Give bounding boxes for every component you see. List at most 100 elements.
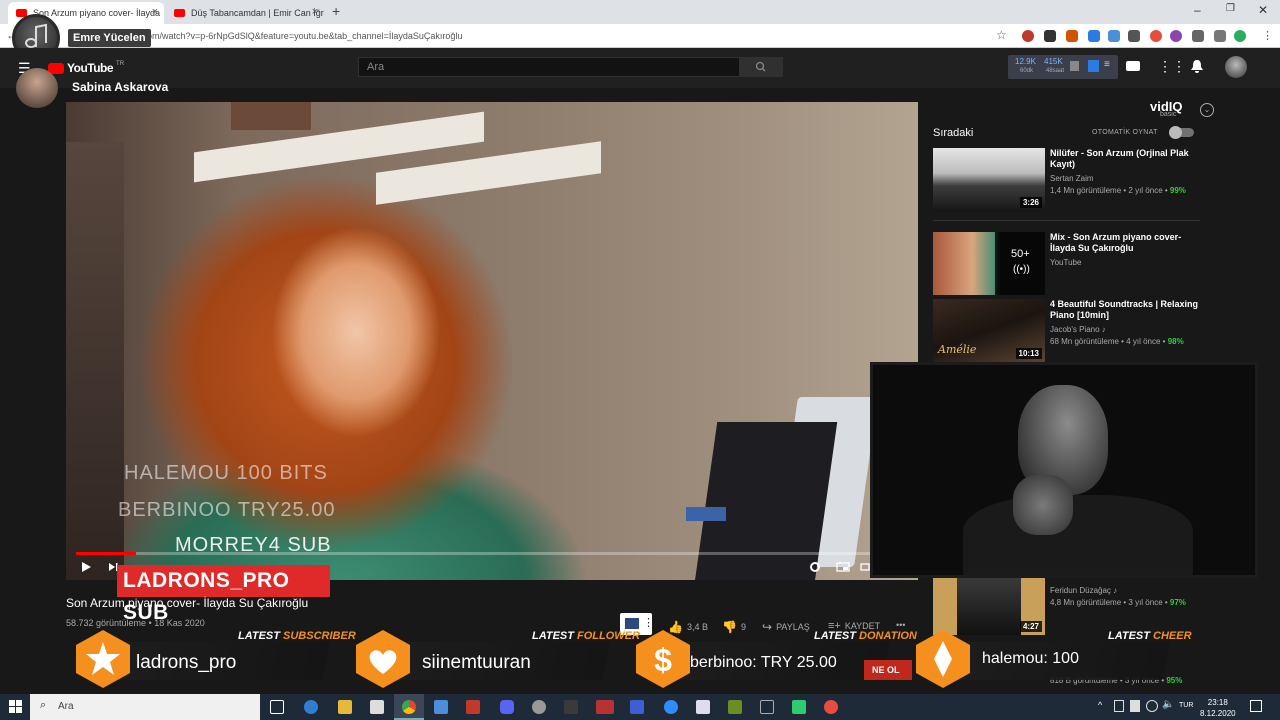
apps-grid-icon[interactable]: ⋮⋮ — [1158, 58, 1186, 75]
play-icon[interactable] — [80, 561, 92, 573]
rec-title: 4 Beautiful Soundtracks | Relaxing Piano… — [1050, 299, 1199, 320]
tab-label: Düş Tabancamdan | Emir Can İğr — [191, 8, 324, 18]
app-icon[interactable] — [630, 700, 644, 714]
latest-cheer-alert: LATEST CHEER halemou: 100 — [912, 628, 1192, 690]
notification-center-icon[interactable] — [1250, 700, 1262, 712]
extension-icon[interactable] — [1170, 30, 1182, 42]
steam-icon[interactable] — [760, 700, 774, 714]
browser-tab[interactable]: Düş Tabancamdan | Emir Can İğr × — [166, 2, 324, 24]
album-cover — [957, 578, 1021, 635]
bookmark-star-icon[interactable]: ☆ — [996, 28, 1007, 42]
menu-dots-icon[interactable]: ⋮ — [1262, 29, 1273, 42]
up-next-heading: Sıradaki — [933, 127, 974, 139]
playlist-icon[interactable] — [1214, 30, 1226, 42]
theater-mode-icon[interactable] — [860, 562, 870, 572]
channel-avatar — [16, 68, 58, 108]
minimize-icon[interactable]: – — [1194, 3, 1201, 17]
app-icon[interactable] — [564, 700, 578, 714]
more-actions-button[interactable]: ••• — [896, 620, 905, 630]
recommended-mix[interactable]: 50+ ((•)) Mix - Son Arzum piyano cover- … — [933, 232, 1203, 296]
progress-bar[interactable] — [76, 552, 908, 555]
extension-icon[interactable] — [1088, 30, 1100, 42]
youtube-logo[interactable]: YouTube TR — [48, 61, 124, 75]
recommended-video[interactable]: Amélie 10:13 4 Beautiful Soundtracks | R… — [933, 299, 1203, 363]
app-icon[interactable] — [466, 700, 480, 714]
taskbar-clock[interactable]: 23:18 8.12.2020 — [1200, 697, 1236, 719]
app-icon[interactable] — [596, 700, 614, 714]
video-player[interactable]: HALEMOU 100 BITS BERBINOO TRY25.00 MORRE… — [66, 102, 918, 580]
new-tab-button[interactable]: + — [332, 3, 340, 19]
zoom-icon[interactable] — [664, 700, 678, 714]
window-close-icon[interactable]: ✕ — [1258, 3, 1268, 17]
alert-name: siinemtuuran — [422, 652, 531, 673]
chevron-up-icon[interactable]: ^ — [1098, 700, 1102, 710]
app-icon[interactable] — [824, 700, 838, 714]
recommended-video[interactable]: 3:26 Nilüfer - Son Arzum (Orjinal Plak K… — [933, 148, 1203, 212]
app-icon[interactable] — [792, 700, 806, 714]
maximize-icon[interactable]: ❐ — [1226, 3, 1235, 14]
search-input[interactable]: Ara — [358, 57, 740, 77]
extension-icon[interactable] — [1128, 30, 1140, 42]
broadcast-icon: ((•)) — [1013, 264, 1030, 275]
star-icon — [76, 630, 130, 688]
user-avatar[interactable] — [1225, 56, 1247, 78]
webcam-person-hands — [1013, 475, 1073, 535]
mix-overlay: 50+ ((•)) — [995, 232, 1045, 295]
chrome-taskbar-button[interactable] — [394, 694, 424, 720]
vidiq-stats-widget[interactable]: 12.9K 60dk 415K 48saat ≡ — [1008, 55, 1118, 79]
profile-icon[interactable] — [1234, 30, 1246, 42]
extension-icon[interactable] — [1150, 30, 1162, 42]
language-indicator[interactable]: TUR — [1179, 702, 1193, 709]
extension-icon[interactable] — [1108, 30, 1120, 42]
heart-icon — [356, 630, 410, 688]
video-views-date: 58.732 görüntüleme • 18 Kas 2020 — [66, 618, 205, 628]
notifications-bell-icon[interactable] — [1190, 59, 1204, 74]
close-tab-icon[interactable]: × — [312, 6, 318, 18]
autoplay-toggle[interactable] — [1169, 126, 1194, 139]
app-icon[interactable] — [532, 700, 546, 714]
create-video-icon[interactable] — [1126, 61, 1140, 71]
diamond-icon — [916, 630, 970, 688]
channel-overlay-name: Sabina Askarova — [72, 80, 169, 94]
mail-icon[interactable] — [434, 700, 448, 714]
edge-browser-icon[interactable] — [304, 700, 318, 714]
network-icon[interactable] — [1146, 700, 1158, 712]
settings-gear-icon[interactable] — [808, 560, 822, 574]
svg-text:$: $ — [654, 642, 672, 678]
discord-icon[interactable] — [500, 700, 514, 714]
rec-meta: 68 Mn görüntüleme • 4 yıl önce • 98% — [1050, 337, 1184, 346]
chevron-down-icon[interactable]: ⌄ — [1200, 103, 1214, 117]
chart-icon — [1070, 61, 1079, 71]
video-frame-notebook — [686, 507, 726, 521]
extension-icon[interactable] — [1066, 30, 1078, 42]
taskbar-search-input[interactable]: Ara — [30, 694, 260, 720]
file-explorer-icon[interactable] — [338, 700, 352, 714]
alert-kind: LATEST CHEER — [1108, 630, 1192, 642]
video-thumbnail: 3:26 — [933, 148, 1045, 211]
extension-icon[interactable] — [1022, 30, 1034, 42]
video-frame-laptop — [694, 422, 838, 580]
miniplayer-icon[interactable] — [836, 562, 850, 572]
stream-overlay-highlight: LADRONS_PRO SUB — [117, 565, 330, 624]
tray-icon[interactable] — [1130, 700, 1140, 712]
puzzle-icon[interactable] — [1192, 30, 1204, 42]
list-icon: ≡ — [1104, 59, 1110, 70]
extension-icon[interactable] — [1044, 30, 1056, 42]
video-title: Son Arzum piyano cover- İlayda Su Çakıro… — [66, 596, 309, 610]
rec-channel: Jacob's Piano ♪ — [1050, 325, 1106, 334]
join-button-partial[interactable]: NE OL — [864, 660, 912, 680]
app-icon[interactable] — [728, 700, 742, 714]
windows-start-icon[interactable] — [9, 700, 23, 714]
url-field[interactable]: .com/watch?v=p-6rNpGdSlQ&feature=youtu.b… — [140, 26, 1020, 46]
rec-channel: Sertan Zaim — [1050, 174, 1094, 183]
search-button[interactable] — [740, 57, 783, 77]
recommended-video[interactable]: 4:27 Feridun Düzağaç ♪ 4,8 Mn görüntülem… — [933, 572, 1203, 636]
browser-tab-strip: Son Arzum piyano cover- İlayda × Düş Tab… — [0, 0, 1280, 24]
alert-kind: LATEST FOLLOWER — [532, 630, 640, 642]
volume-icon[interactable]: 🔈 — [1162, 699, 1174, 710]
store-icon[interactable] — [370, 700, 384, 714]
task-view-icon[interactable] — [270, 700, 284, 714]
app-icon[interactable] — [696, 700, 710, 714]
tray-icon[interactable] — [1114, 700, 1124, 712]
close-tab-icon[interactable]: × — [152, 6, 158, 18]
